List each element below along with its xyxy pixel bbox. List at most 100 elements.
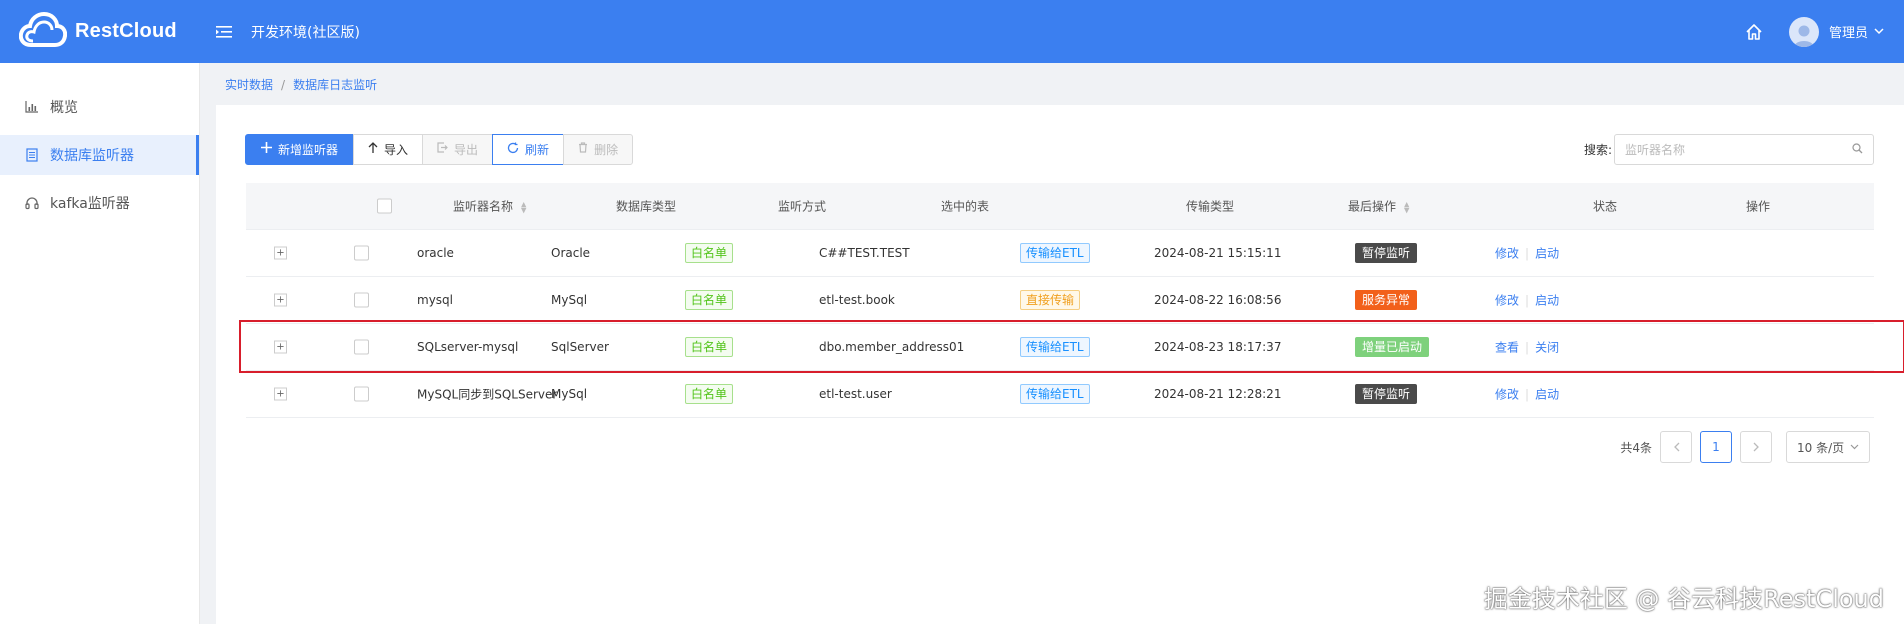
- environment-title[interactable]: 开发环境(社区版): [251, 22, 360, 42]
- sort-icon[interactable]: ▲ ▼: [1404, 201, 1409, 214]
- row-action-primary[interactable]: 修改: [1495, 247, 1519, 261]
- import-label: 导入: [384, 143, 409, 157]
- search-box[interactable]: [1614, 134, 1874, 165]
- col-header-last-op[interactable]: 最后操作 ▲ ▼: [1348, 198, 1409, 215]
- action-divider: |: [1525, 340, 1530, 355]
- selected-tables: dbo.member_address01: [819, 340, 965, 354]
- listener-name: oracle: [417, 246, 454, 260]
- prev-page-button[interactable]: [1660, 431, 1692, 463]
- sidebar: 概览 数据库监听器 kafka监听器: [0, 63, 200, 624]
- table-row[interactable]: + SQLserver-mysql SqlServer 白名单 dbo.member_a…: [246, 324, 1874, 371]
- last-operation-time: 2024-08-23 18:17:37: [1154, 340, 1282, 354]
- sidebar-item-kafka-listener[interactable]: kafka监听器: [0, 183, 199, 223]
- row-actions: 修改 | 启动: [1495, 292, 1559, 309]
- sidebar-item-db-listener[interactable]: 数据库监听器: [0, 135, 199, 175]
- search-area: 搜索:: [1584, 134, 1874, 165]
- col-header-status: 状态: [1593, 199, 1618, 214]
- db-type: MySql: [551, 293, 588, 307]
- last-operation-time: 2024-08-22 16:08:56: [1154, 293, 1282, 307]
- action-divider: |: [1525, 293, 1530, 308]
- row-action-primary[interactable]: 修改: [1495, 294, 1519, 308]
- delete-button[interactable]: 删除: [563, 134, 634, 165]
- plus-icon: [261, 142, 272, 157]
- breadcrumb-separator: /: [281, 78, 286, 92]
- row-action-secondary[interactable]: 启动: [1535, 294, 1559, 308]
- listener-name: mysql: [417, 293, 453, 307]
- trash-icon: [578, 142, 588, 157]
- page-size-select[interactable]: 10 条/页: [1786, 431, 1870, 463]
- status-badge: 暂停监听: [1355, 384, 1418, 404]
- breadcrumb-root[interactable]: 实时数据: [225, 78, 273, 92]
- brand-name: RestCloud: [75, 20, 177, 42]
- import-button[interactable]: 导入: [353, 134, 424, 165]
- row-checkbox[interactable]: [354, 292, 369, 308]
- chevron-down-icon: [1850, 444, 1859, 450]
- col-header-name[interactable]: 监听器名称 ▲ ▼: [453, 198, 526, 215]
- export-button[interactable]: 导出: [422, 134, 494, 165]
- page-button-1[interactable]: 1: [1700, 431, 1732, 463]
- row-checkbox[interactable]: [354, 245, 369, 261]
- search-input[interactable]: [1625, 142, 1835, 157]
- row-actions: 修改 | 启动: [1495, 386, 1559, 403]
- table-row[interactable]: + mysql MySql 白名单 etl-test.book 直接传输 2024-08-2…: [246, 277, 1874, 324]
- row-action-secondary[interactable]: 关闭: [1535, 341, 1559, 355]
- col-header-label: 监听器名称: [453, 199, 514, 214]
- listener-table: 监听器名称 ▲ ▼ 数据库类型 监听方式 选中的表 传输类型 最后操作 ▲ ▼ 状态 操…: [246, 183, 1874, 418]
- chevron-down-icon[interactable]: [1874, 24, 1884, 39]
- refresh-icon: [507, 142, 519, 158]
- search-icon[interactable]: [1852, 142, 1863, 157]
- row-action-secondary[interactable]: 启动: [1535, 388, 1559, 402]
- sort-icon[interactable]: ▲ ▼: [521, 201, 526, 214]
- table-row[interactable]: + MySQL同步到SQLServer MySql 白名单 etl-test.user 传…: [246, 371, 1874, 418]
- menu-toggle-icon[interactable]: [216, 22, 236, 42]
- listen-mode-tag: 白名单: [685, 337, 734, 357]
- refresh-button[interactable]: 刷新: [492, 134, 565, 165]
- listen-mode-tag: 白名单: [685, 384, 734, 404]
- select-all-checkbox[interactable]: [377, 198, 392, 214]
- transfer-type-tag: 直接传输: [1020, 290, 1081, 310]
- delete-label: 删除: [594, 143, 619, 157]
- export-label: 导出: [454, 143, 479, 157]
- action-divider: |: [1525, 387, 1530, 402]
- export-icon: [437, 142, 448, 157]
- row-action-primary[interactable]: 查看: [1495, 341, 1519, 355]
- row-checkbox[interactable]: [354, 386, 369, 402]
- selected-tables: C##TEST.TEST: [819, 246, 910, 260]
- headset-icon: [24, 195, 40, 211]
- expand-row-button[interactable]: +: [274, 293, 287, 307]
- sidebar-item-label: 数据库监听器: [50, 148, 134, 164]
- cloud-logo-icon: [18, 11, 68, 53]
- sidebar-item-overview[interactable]: 概览: [0, 87, 199, 127]
- row-actions: 查看 | 关闭: [1495, 339, 1559, 356]
- transfer-type-tag: 传输给ETL: [1020, 337, 1090, 357]
- expand-row-button[interactable]: +: [274, 246, 287, 260]
- brand-logo[interactable]: RestCloud: [18, 11, 205, 53]
- expand-row-button[interactable]: +: [274, 387, 287, 401]
- transfer-type-tag: 传输给ETL: [1020, 243, 1090, 263]
- db-type: SqlServer: [551, 340, 609, 354]
- user-avatar[interactable]: [1788, 16, 1819, 47]
- row-action-primary[interactable]: 修改: [1495, 388, 1519, 402]
- table-row[interactable]: + oracle Oracle 白名单 C##TEST.TEST 传输给ETL 2024-0…: [246, 230, 1874, 277]
- user-name[interactable]: 管理员: [1829, 22, 1868, 41]
- row-action-secondary[interactable]: 启动: [1535, 247, 1559, 261]
- db-type: MySql: [551, 387, 588, 401]
- col-header-label: 最后操作: [1348, 199, 1397, 214]
- selected-tables: etl-test.user: [819, 387, 892, 401]
- bar-chart-icon: [24, 99, 40, 115]
- top-header: RestCloud 开发环境(社区版) 管理员: [0, 0, 1904, 63]
- expand-row-button[interactable]: +: [274, 340, 287, 354]
- home-icon[interactable]: [1745, 21, 1767, 43]
- arrow-up-icon: [368, 142, 378, 157]
- col-header-db-type: 数据库类型: [616, 199, 677, 214]
- sidebar-item-label: kafka监听器: [50, 196, 130, 212]
- chevron-left-icon: [1673, 442, 1679, 452]
- add-listener-button[interactable]: 新增监听器: [245, 134, 355, 165]
- breadcrumb-current: 数据库日志监听: [293, 78, 378, 92]
- next-page-button[interactable]: [1740, 431, 1772, 463]
- action-divider: |: [1525, 246, 1530, 261]
- col-header-transfer: 传输类型: [1186, 199, 1235, 214]
- row-checkbox[interactable]: [354, 339, 369, 355]
- document-icon: [24, 147, 40, 163]
- pagination: 共4条 1 10 条/页: [1620, 431, 1870, 463]
